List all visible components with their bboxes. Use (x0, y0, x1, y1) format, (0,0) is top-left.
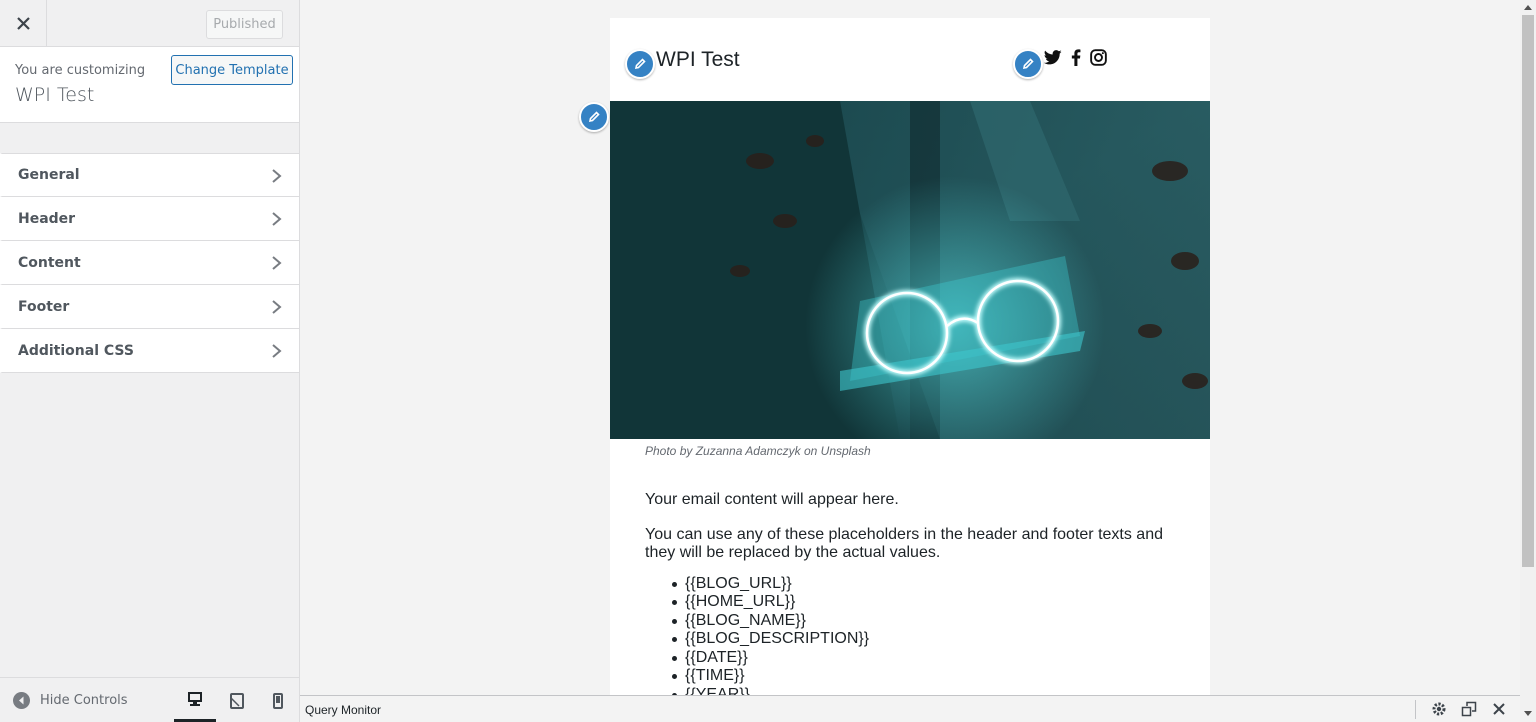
list-item: {{DATE}} (645, 649, 1185, 668)
list-item: {{TIME}} (645, 667, 1185, 686)
list-item: {{HOME_URL}} (645, 593, 1185, 612)
email-title: WPI Test (656, 48, 740, 71)
scroll-down-icon[interactable] (1524, 711, 1532, 716)
section-footer[interactable]: Footer (0, 285, 299, 329)
preview-desktop-button[interactable] (174, 678, 216, 722)
query-monitor-title: Query Monitor (305, 703, 382, 717)
placeholder-list: {{BLOG_URL}} {{HOME_URL}} {{BLOG_NAME}} … (645, 575, 1185, 695)
hide-controls-label: Hide Controls (40, 693, 128, 708)
hide-controls-button[interactable]: Hide Controls (13, 692, 128, 709)
section-label: Content (18, 254, 81, 271)
customizer-sidebar: Published You are customizing WPI Test C… (0, 0, 300, 722)
facebook-icon[interactable] (1071, 49, 1081, 66)
list-item: {{BLOG_NAME}} (645, 612, 1185, 631)
section-label: Header (18, 210, 76, 227)
published-button[interactable]: Published (206, 10, 283, 39)
email-body: Your email content will appear here. You… (645, 491, 1185, 695)
preview-scrollbar[interactable] (1520, 0, 1536, 722)
scroll-thumb[interactable] (1522, 15, 1534, 567)
section-label: General (18, 167, 80, 183)
toggle-position-button[interactable] (1460, 700, 1478, 718)
settings-button[interactable] (1430, 700, 1448, 718)
customizing-label: You are customizing (15, 63, 146, 78)
scroll-up-icon[interactable] (1524, 5, 1532, 10)
list-item: {{YEAR}} (645, 686, 1185, 695)
list-item: {{BLOG_URL}} (645, 575, 1185, 594)
close-icon (1493, 703, 1505, 715)
gear-icon (1432, 702, 1446, 716)
pencil-icon (588, 111, 600, 123)
window-toggle-icon (1461, 701, 1477, 717)
placeholders-paragraph: You can use any of these placeholders in… (645, 525, 1163, 562)
edit-hero-button[interactable] (579, 102, 609, 132)
instagram-icon[interactable] (1090, 49, 1107, 66)
email-header: WPI Test (610, 18, 1210, 101)
list-item: {{BLOG_DESCRIPTION}} (645, 630, 1185, 649)
sidebar-header: Published (0, 0, 299, 47)
edit-social-button[interactable] (1013, 49, 1043, 79)
section-label: Additional CSS (18, 342, 134, 359)
change-template-button[interactable]: Change Template (171, 55, 293, 85)
intro-paragraph: Your email content will appear here. (645, 491, 899, 508)
collapse-arrow-icon (13, 692, 30, 709)
section-content[interactable]: Content (0, 241, 299, 285)
site-name: WPI Test (15, 84, 95, 106)
section-additional-css[interactable]: Additional CSS (0, 329, 299, 373)
desktop-icon (188, 691, 202, 706)
close-icon (16, 17, 30, 30)
close-customizer-button[interactable] (0, 0, 47, 47)
edit-title-button[interactable] (625, 49, 655, 79)
sidebar-footer: Hide Controls (0, 677, 299, 722)
chevron-right-icon (272, 212, 282, 226)
email-template: WPI Test Photo by Zuzanna Adamczyk on Un… (610, 18, 1210, 695)
divider (1415, 700, 1416, 719)
customizing-info: You are customizing WPI Test Change Temp… (0, 47, 299, 123)
social-links (1044, 49, 1107, 66)
neon-glasses-photo (610, 101, 1210, 439)
chevron-right-icon (272, 169, 282, 183)
pencil-icon (1022, 58, 1034, 70)
mobile-icon (273, 692, 283, 709)
section-header[interactable]: Header (0, 197, 299, 241)
twitter-icon[interactable] (1044, 50, 1062, 65)
preview-tablet-button[interactable] (216, 678, 258, 722)
email-preview-area: WPI Test Photo by Zuzanna Adamczyk on Un… (300, 0, 1520, 695)
query-monitor-controls (1430, 700, 1508, 718)
chevron-right-icon (272, 344, 282, 358)
preview-mobile-button[interactable] (257, 678, 299, 722)
close-query-monitor-button[interactable] (1490, 700, 1508, 718)
customizer-sections: General Header Content Footer Additional… (0, 153, 299, 373)
chevron-right-icon (272, 300, 282, 314)
chevron-right-icon (272, 256, 282, 270)
hero-image (610, 101, 1210, 439)
query-monitor-bar: Query Monitor (300, 695, 1520, 722)
hero-caption: Photo by Zuzanna Adamczyk on Unsplash (645, 444, 871, 458)
pencil-icon (634, 58, 646, 70)
section-label: Footer (18, 298, 70, 315)
section-general[interactable]: General (0, 153, 299, 197)
tablet-icon (230, 692, 244, 709)
